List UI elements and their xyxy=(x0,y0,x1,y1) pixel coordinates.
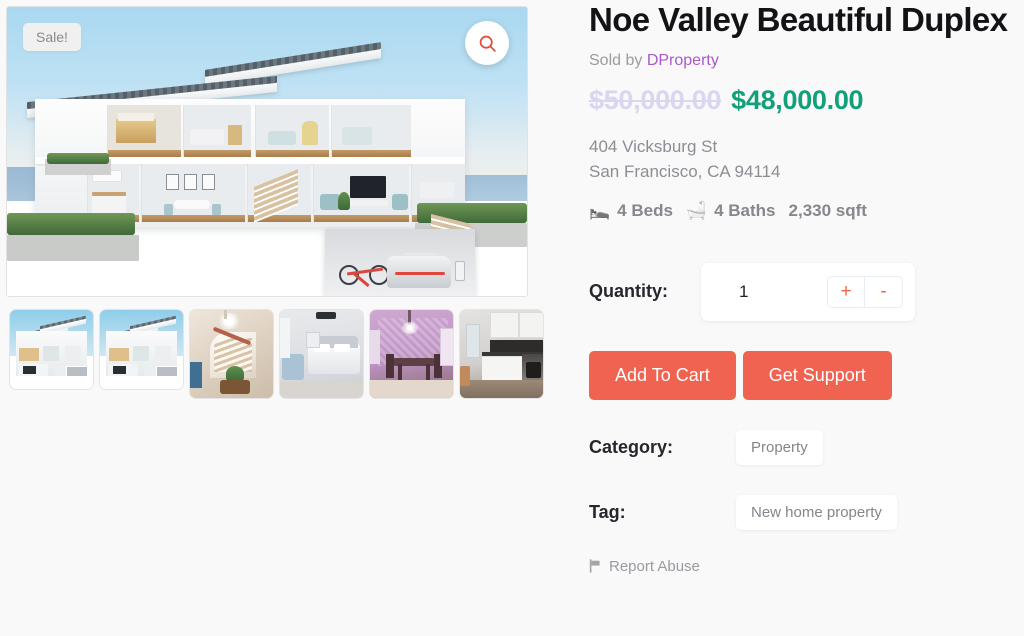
quantity-input[interactable] xyxy=(713,281,817,302)
sold-by: Sold by DProperty xyxy=(589,52,1024,70)
property-address: 404 Vicksburg St San Francisco, CA 94114 xyxy=(589,134,1024,184)
zoom-image-button[interactable] xyxy=(465,21,509,65)
house-cutaway-illustration xyxy=(7,7,527,296)
tag-label: Tag: xyxy=(589,501,626,522)
quantity-decrement-button[interactable]: - xyxy=(865,275,903,308)
vendor-link[interactable]: DProperty xyxy=(647,52,719,69)
bathtub-icon: 🛁 xyxy=(685,201,708,221)
stepper-buttons: + - xyxy=(827,275,903,308)
address-line-1: 404 Vicksburg St xyxy=(589,137,718,157)
quantity-increment-button[interactable]: + xyxy=(827,275,865,308)
tag-row: Tag: New home property xyxy=(589,494,1024,530)
beds-value: 4 Beds xyxy=(617,200,673,220)
quantity-row: Quantity: + - xyxy=(589,262,1024,321)
category-row: Category: Property xyxy=(589,429,1024,465)
sale-badge: Sale! xyxy=(23,23,81,51)
area-value: 2,330 sqft xyxy=(788,200,867,220)
product-detail-page: Sale! Noe Valley Beautiful Duplex Sold b… xyxy=(0,0,1024,636)
thumbnail-strip xyxy=(6,309,544,399)
report-abuse-link[interactable]: Report Abuse xyxy=(589,558,1024,575)
report-abuse-label: Report Abuse xyxy=(609,557,700,575)
add-to-cart-button[interactable]: Add To Cart xyxy=(589,350,736,400)
product-gallery: Sale! xyxy=(0,0,544,636)
address-line-2: San Francisco, CA 94114 xyxy=(589,162,781,182)
product-info-panel: Noe Valley Beautiful Duplex Sold by DPro… xyxy=(535,0,1024,636)
main-product-image[interactable]: Sale! xyxy=(6,6,528,297)
flag-icon xyxy=(589,559,600,574)
page-title: Noe Valley Beautiful Duplex xyxy=(589,1,1008,38)
bed-icon: 🛌 xyxy=(589,201,611,221)
garage-area xyxy=(325,229,475,296)
category-chip[interactable]: Property xyxy=(736,429,823,465)
thumb-staircase[interactable] xyxy=(189,309,274,399)
thumb-bedroom[interactable] xyxy=(279,309,364,399)
property-specs: 🛌 4 Beds 🛁 4 Baths 2,330 sqft xyxy=(589,201,1024,221)
thumb-dining-room[interactable] xyxy=(369,309,454,399)
thumb-house-exterior-2[interactable] xyxy=(99,309,184,390)
action-buttons: Add To Cart Get Support xyxy=(589,350,1024,400)
sale-price: $48,000.00 xyxy=(731,85,864,116)
original-price: $50,000.00 xyxy=(589,85,722,116)
tag-chip[interactable]: New home property xyxy=(736,494,897,530)
magnifier-icon xyxy=(479,35,496,52)
price-block: $50,000.00 $48,000.00 xyxy=(589,85,1024,116)
category-label: Category: xyxy=(589,436,674,457)
get-support-button[interactable]: Get Support xyxy=(742,350,892,400)
thumb-kitchen[interactable] xyxy=(459,309,544,399)
quantity-stepper: + - xyxy=(701,262,915,321)
quantity-label: Quantity: xyxy=(589,281,668,302)
sold-by-prefix: Sold by xyxy=(589,52,643,70)
thumb-house-exterior-1[interactable] xyxy=(9,309,94,390)
baths-value: 4 Baths xyxy=(714,200,776,220)
